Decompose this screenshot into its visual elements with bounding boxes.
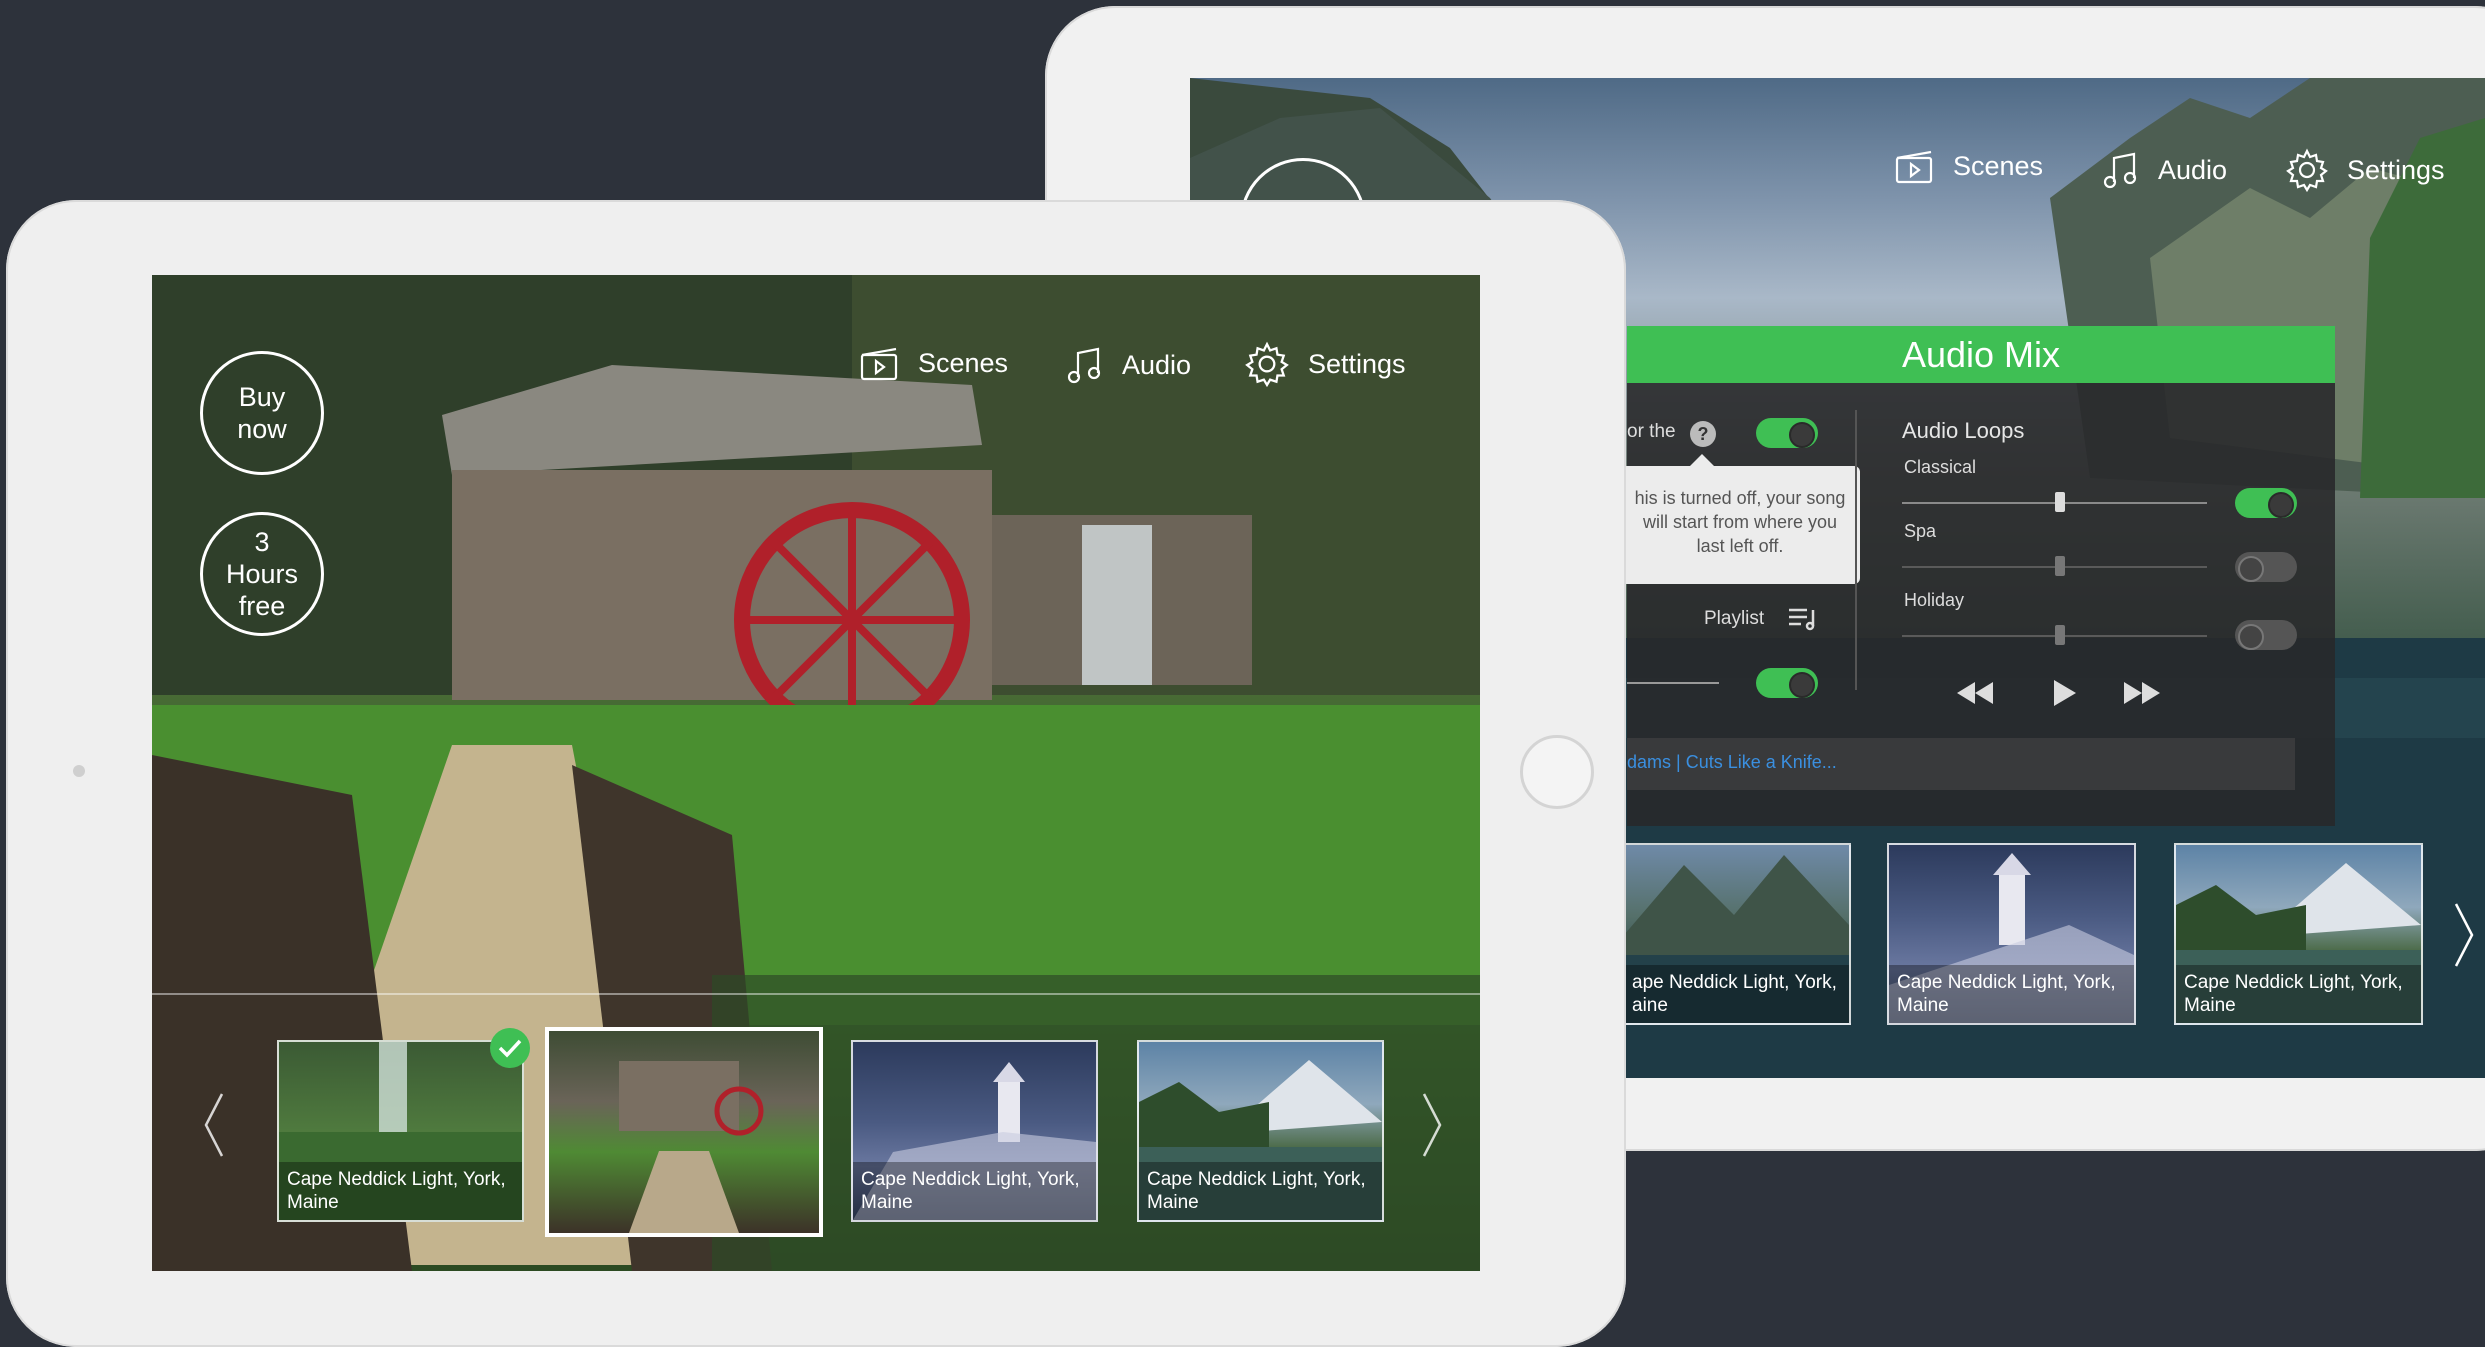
front-nav-settings[interactable]: Settings (1244, 341, 1406, 387)
back-nav-scenes-label: Scenes (1953, 150, 2044, 181)
front-nav-audio-label: Audio (1122, 349, 1192, 380)
front-nav-settings-label: Settings (1308, 348, 1406, 379)
front-thumbnail-4[interactable]: Cape Neddick Light, York, Maine (1137, 1040, 1384, 1222)
loop-spa-slider-thumb[interactable] (2055, 556, 2065, 576)
next-chevron-icon[interactable] (1420, 1090, 1444, 1160)
rewind-icon[interactable] (1955, 680, 1995, 706)
buy-now-button[interactable]: Buy now (200, 351, 324, 475)
back-thumbnail-3[interactable]: Cape Neddick Light, York, Maine (2174, 843, 2423, 1025)
thumbnail-strip-divider (152, 993, 1480, 995)
back-thumbnail-1-caption: ape Neddick Light, York, aine (1624, 965, 1849, 1023)
front-thumbnail-2-selected[interactable] (545, 1027, 823, 1237)
music-note-icon (1067, 347, 1101, 384)
home-button[interactable] (1520, 735, 1594, 809)
back-thumbnail-2-caption: Cape Neddick Light, York, Maine (1889, 965, 2134, 1023)
front-nav-scenes-label: Scenes (918, 347, 1009, 378)
playlist-label: Playlist (1704, 608, 1765, 629)
tooltip-line-1: his is turned off, your song (1634, 488, 1846, 508)
buy-now-label: Buy now (237, 382, 287, 444)
back-thumbnail-1[interactable]: ape Neddick Light, York, aine (1622, 843, 1851, 1025)
loop-holiday-slider-thumb[interactable] (2055, 625, 2065, 645)
help-toggle[interactable] (1756, 418, 1818, 448)
hours-free-button[interactable]: 3 Hours free (200, 512, 324, 636)
play-icon[interactable] (2050, 678, 2078, 708)
playlist-volume-track[interactable] (1627, 682, 1719, 684)
loop-spa-toggle[interactable] (2235, 552, 2297, 582)
loop-classical-slider-thumb[interactable] (2055, 492, 2065, 512)
back-nav-scenes[interactable]: Scenes (1895, 148, 2043, 184)
front-thumbnail-4-caption: Cape Neddick Light, York, Maine (1139, 1162, 1382, 1220)
loop-holiday-toggle[interactable] (2235, 620, 2297, 650)
loop-classical-label: Classical (1904, 457, 1977, 477)
tooltip-line-3: last left off. (1696, 536, 1784, 556)
back-next-chevron-icon[interactable] (2452, 900, 2476, 970)
gear-icon (2286, 148, 2328, 192)
back-nav-audio-label: Audio (2158, 154, 2228, 185)
back-nav-settings[interactable]: Settings (2285, 148, 2445, 192)
help-toggle-label: or the (1627, 421, 1676, 442)
audio-mix-title: Audio Mix (1627, 326, 2335, 383)
front-thumbnail-1[interactable]: Cape Neddick Light, York, Maine (277, 1040, 524, 1222)
back-nav-audio[interactable]: Audio (2100, 150, 2227, 190)
front-nav-audio[interactable]: Audio (1064, 345, 1191, 385)
audio-loops-title: Audio Loops (1902, 418, 2025, 443)
gear-icon (1245, 341, 1289, 387)
hours-free-label: 3 Hours free (225, 527, 299, 621)
now-playing-text[interactable]: dams | Cuts Like a Knife... (1627, 752, 1837, 773)
clapperboard-icon (1895, 150, 1933, 184)
tooltip-line-2: will start from where you (1642, 512, 1838, 532)
playlist-toggle[interactable] (1756, 668, 1818, 698)
loop-spa-label: Spa (1904, 521, 1937, 541)
loop-holiday-label: Holiday (1904, 590, 1965, 610)
clapperboard-icon (860, 347, 898, 381)
help-tooltip: his is turned off, your song will start … (1620, 454, 1860, 584)
back-nav-settings-label: Settings (2347, 154, 2445, 185)
back-thumbnail-2[interactable]: Cape Neddick Light, York, Maine (1887, 843, 2136, 1025)
panel-divider (1855, 410, 1857, 690)
loop-classical-toggle[interactable] (2235, 488, 2297, 518)
selected-check-icon (490, 1028, 530, 1068)
front-thumbnail-3[interactable]: Cape Neddick Light, York, Maine (851, 1040, 1098, 1222)
music-note-icon (2103, 152, 2137, 189)
camera-dot (73, 765, 85, 777)
back-thumbnail-3-caption: Cape Neddick Light, York, Maine (2176, 965, 2421, 1023)
grist-mill-thumbnail-image (619, 1061, 764, 1233)
fast-forward-icon[interactable] (2122, 680, 2162, 706)
front-nav-scenes[interactable]: Scenes (860, 345, 1008, 381)
help-question-icon[interactable]: ? (1690, 421, 1716, 447)
front-tablet-screen: Buy now 3 Hours free Scenes Audio Settin… (152, 275, 1480, 1271)
front-thumbnail-3-caption: Cape Neddick Light, York, Maine (853, 1162, 1096, 1220)
playlist-icon[interactable] (1787, 606, 1819, 632)
prev-chevron-icon[interactable] (202, 1090, 226, 1160)
front-thumbnail-1-caption: Cape Neddick Light, York, Maine (279, 1162, 522, 1220)
